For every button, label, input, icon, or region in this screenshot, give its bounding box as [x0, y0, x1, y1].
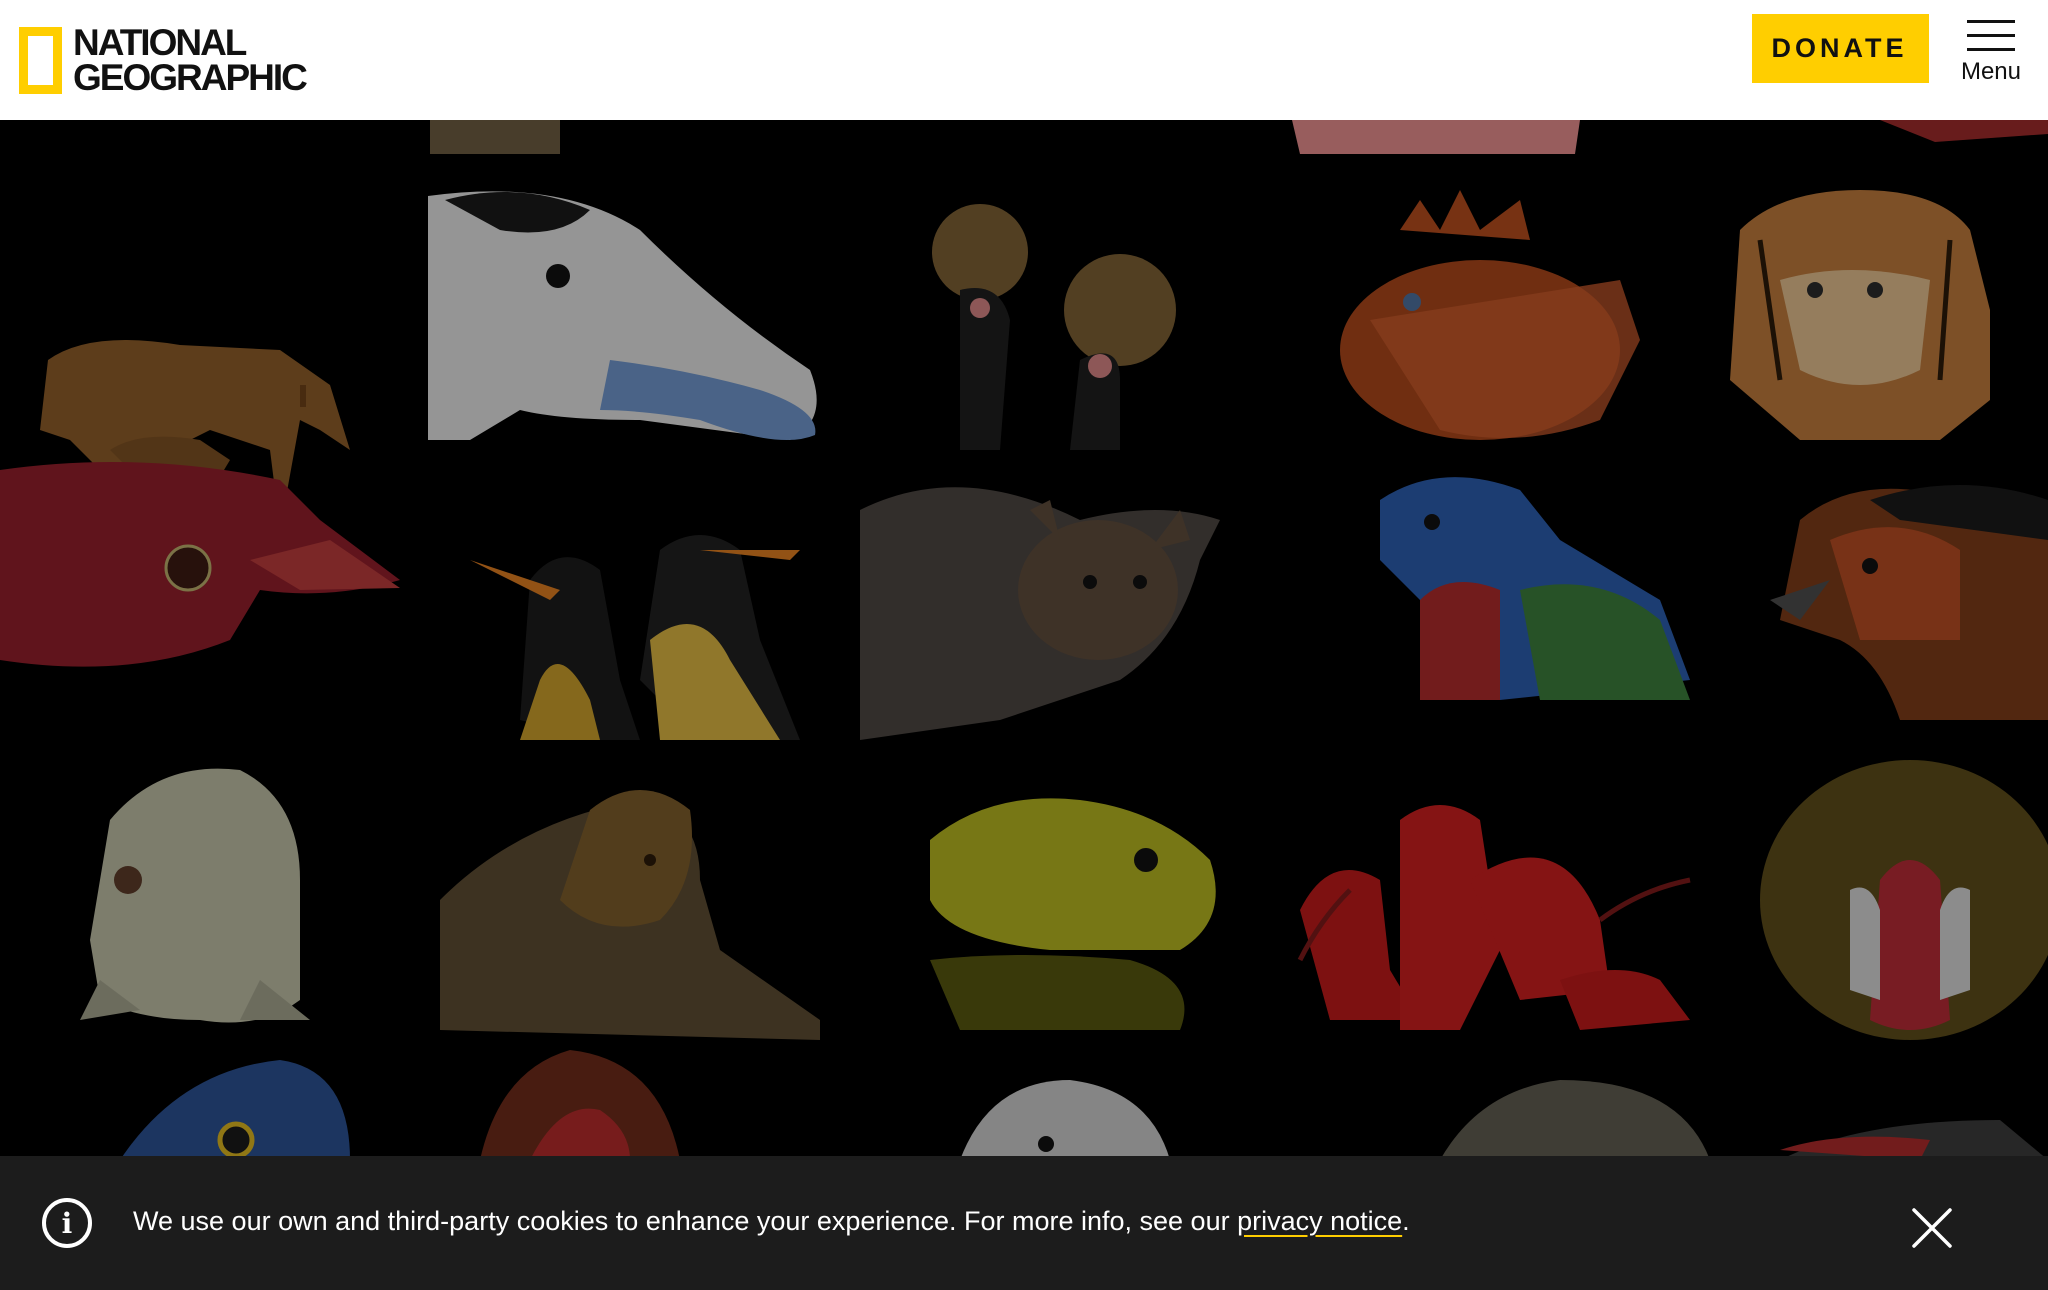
cookie-banner: i We use our own and third-party cookies…	[0, 1156, 2048, 1290]
menu-button[interactable]: Menu	[1956, 20, 2026, 95]
cookie-message-suffix: .	[1402, 1206, 1410, 1236]
lion-tile[interactable]	[440, 790, 820, 1040]
yellow-frog-tile[interactable]	[930, 798, 1216, 1030]
animal-photo-collage	[0, 120, 2048, 1160]
blue-macaw-tile[interactable]	[120, 1060, 350, 1160]
lionfish-tile[interactable]	[1340, 190, 1640, 440]
partial-top-tile-3	[1880, 120, 2048, 142]
mandrill-tile[interactable]	[1760, 760, 2048, 1040]
logo-line-2: GEOGRAPHIC	[73, 57, 308, 98]
fruit-bat-tile[interactable]	[860, 487, 1220, 740]
king-penguin-tile[interactable]	[470, 535, 800, 740]
national-geographic-logo[interactable]: NATIONAL GEOGRAPHIC	[19, 20, 308, 100]
red-finch-tile[interactable]	[0, 462, 400, 667]
logo-wordmark: NATIONAL GEOGRAPHIC	[73, 22, 308, 98]
white-frog-tile[interactable]	[80, 768, 310, 1023]
cookie-message: We use our own and third-party cookies t…	[133, 1206, 1410, 1237]
orange-bird-tile[interactable]	[1770, 485, 2048, 720]
cookie-message-text: We use our own and third-party cookies t…	[133, 1206, 1238, 1236]
parrot-finch-tile[interactable]	[1380, 477, 1690, 700]
mammal-tile[interactable]	[1440, 1080, 1710, 1160]
info-icon: i	[42, 1198, 92, 1248]
scarlet-ibis-tile[interactable]	[1297, 805, 1691, 1030]
menu-label: Menu	[1960, 58, 2022, 85]
privacy-notice-link[interactable]: privacy notice	[1237, 1206, 1402, 1236]
tiger-tile[interactable]	[1730, 190, 1990, 440]
white-eagle-tile[interactable]	[960, 1080, 1170, 1160]
close-icon[interactable]	[1910, 1206, 1954, 1250]
logo-line-1: NATIONAL	[73, 22, 247, 63]
hamburger-icon	[1967, 20, 2015, 51]
steamer-duck-tile[interactable]	[428, 191, 817, 440]
animal-photo-grid	[0, 120, 2048, 1160]
site-header: NATIONAL GEOGRAPHIC DONATE Menu	[0, 0, 2048, 120]
crowned-crane-tile[interactable]	[932, 204, 1176, 450]
partial-top-tile-1	[430, 120, 560, 154]
uakari-tile[interactable]	[480, 1050, 680, 1160]
partial-top-tile-2	[1292, 120, 1580, 154]
red-bill-bird-tile[interactable]	[1780, 1120, 2048, 1160]
yellow-border-icon	[19, 26, 62, 94]
donate-button[interactable]: DONATE	[1752, 14, 1929, 83]
